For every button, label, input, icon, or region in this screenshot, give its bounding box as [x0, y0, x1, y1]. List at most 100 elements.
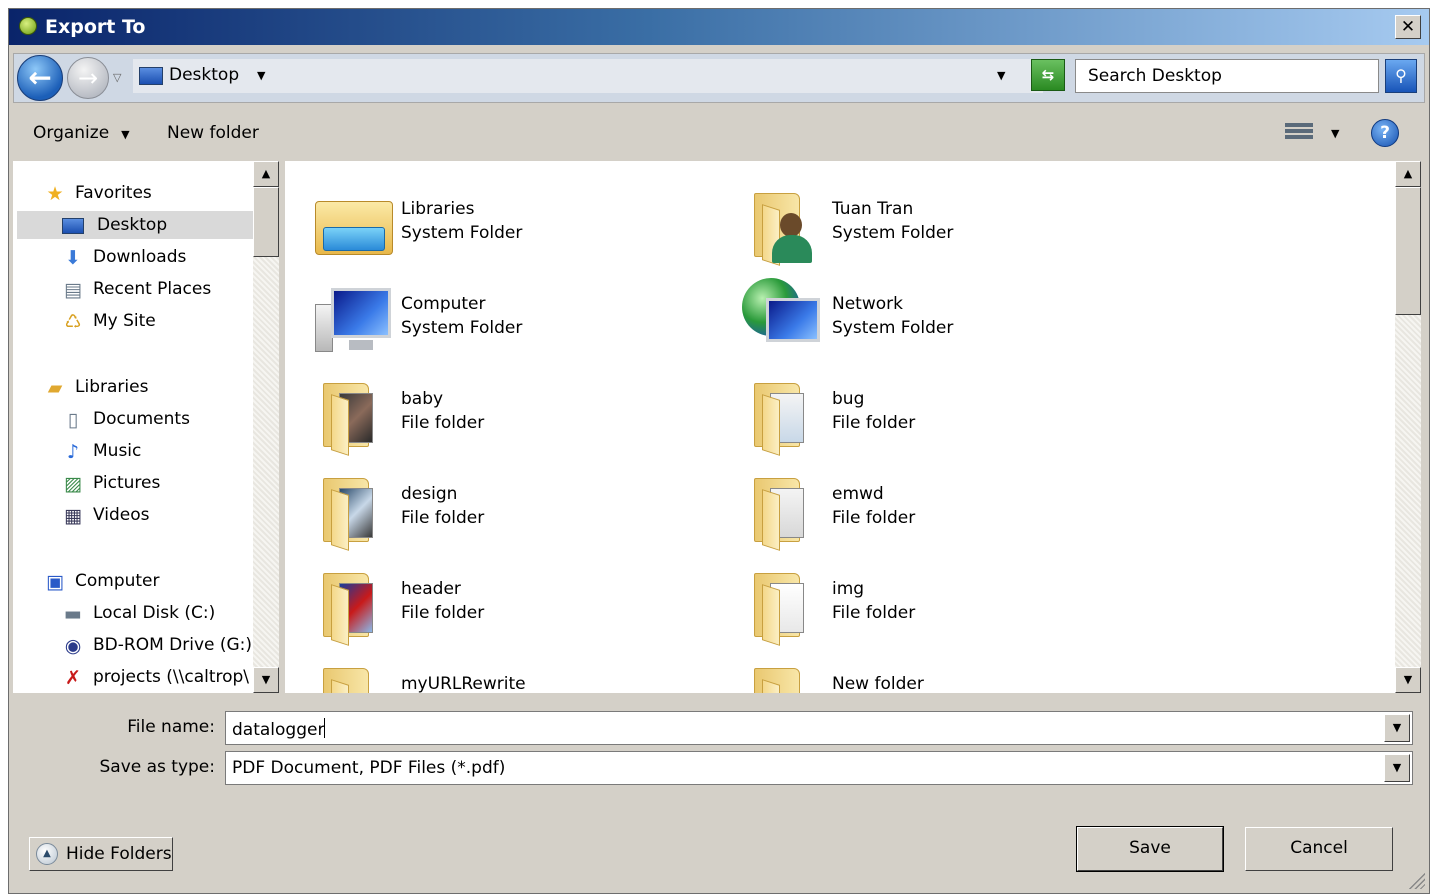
cancel-button[interactable]: Cancel: [1245, 827, 1393, 871]
nav-label: Desktop: [97, 215, 168, 235]
address-location[interactable]: Desktop: [169, 65, 239, 85]
nav-label: My Site: [93, 311, 156, 331]
nav-item-videos[interactable]: ▦ Videos: [61, 501, 279, 529]
nav-item-recent-places[interactable]: ▤ Recent Places: [61, 275, 279, 303]
item-type: System Folder: [401, 318, 523, 338]
list-item[interactable]: emwd File folder: [716, 454, 1136, 551]
nav-label: Computer: [75, 571, 160, 591]
nav-label: Documents: [93, 409, 190, 429]
star-icon: ★: [46, 183, 64, 205]
organize-label: Organize: [33, 123, 110, 143]
nav-item-local-disk[interactable]: ▬ Local Disk (C:): [61, 599, 279, 627]
item-type: File folder: [832, 603, 916, 623]
item-type: File folder: [832, 413, 916, 433]
network-drive-disconnected-icon: ✗: [65, 667, 81, 689]
libraries-icon: [315, 183, 393, 257]
nav-scrollbar[interactable]: ▲ ▼: [253, 161, 279, 693]
refresh-button[interactable]: ⇆: [1031, 59, 1065, 91]
folder-icon: [315, 373, 389, 456]
desktop-icon: [139, 67, 163, 85]
music-icon: ♪: [66, 441, 80, 463]
nav-item-downloads[interactable]: ⬇ Downloads: [61, 243, 279, 271]
folder-icon: [315, 468, 389, 551]
folder-icon: [315, 658, 389, 693]
network-icon: [742, 278, 820, 352]
item-name: design: [401, 484, 458, 504]
file-list-scrollbar[interactable]: ▲ ▼: [1395, 161, 1421, 693]
nav-label: Favorites: [75, 183, 152, 203]
save-type-select[interactable]: PDF Document, PDF Files (*.pdf) ▼: [225, 751, 1413, 785]
list-item[interactable]: design File folder: [285, 454, 705, 551]
address-row: ← → ▽ Desktop ▼ ▼ ⇆ Search Desktop ⚲: [9, 45, 1429, 109]
resize-grip-icon[interactable]: [1407, 871, 1425, 889]
new-folder-button[interactable]: New folder: [167, 123, 259, 143]
item-name: Network: [832, 294, 903, 314]
file-name-dropdown-icon[interactable]: ▼: [1384, 714, 1410, 742]
scroll-up-button[interactable]: ▲: [253, 161, 279, 187]
folder-icon: [746, 563, 820, 646]
nav-label: Downloads: [93, 247, 187, 267]
scroll-down-button[interactable]: ▼: [253, 667, 279, 693]
title-bar[interactable]: Export To ✕: [9, 9, 1429, 45]
save-type-label: Save as type:: [99, 757, 215, 777]
file-list: Libraries System Folder Tuan Tran System…: [285, 161, 1395, 693]
forward-button[interactable]: →: [67, 57, 109, 99]
item-name: Computer: [401, 294, 486, 314]
back-button[interactable]: ←: [17, 55, 63, 101]
nav-item-pictures[interactable]: ▨ Pictures: [61, 469, 279, 497]
list-item[interactable]: New folder: [716, 644, 1136, 693]
item-type: File folder: [401, 508, 485, 528]
nav-item-bd-rom[interactable]: ◉ BD-ROM Drive (G:): [61, 631, 279, 659]
nav-favorites[interactable]: ★ Favorites: [43, 179, 279, 207]
list-item[interactable]: img File folder: [716, 549, 1136, 646]
nav-computer[interactable]: ▣ Computer: [43, 567, 279, 595]
hide-folders-button[interactable]: ▲ Hide Folders: [29, 837, 173, 871]
list-item[interactable]: Computer System Folder: [285, 264, 705, 352]
scroll-up-button[interactable]: ▲: [1395, 161, 1421, 187]
nav-item-documents[interactable]: ▯ Documents: [61, 405, 279, 433]
file-name-input[interactable]: datalogger ▼: [225, 711, 1413, 745]
my-site-icon: ♺: [64, 311, 82, 333]
item-type: System Folder: [832, 223, 954, 243]
save-type-dropdown-icon[interactable]: ▼: [1384, 754, 1410, 782]
scroll-down-button[interactable]: ▼: [1395, 667, 1421, 693]
scroll-thumb[interactable]: [1395, 187, 1421, 315]
list-item[interactable]: bug File folder: [716, 359, 1136, 456]
list-item[interactable]: Libraries System Folder: [285, 169, 705, 257]
nav-libraries[interactable]: ▰ Libraries: [43, 373, 279, 401]
save-button[interactable]: Save: [1076, 826, 1224, 872]
nav-item-my-site[interactable]: ♺ My Site: [61, 307, 279, 335]
list-item[interactable]: baby File folder: [285, 359, 705, 456]
desktop-icon: [61, 215, 85, 237]
close-button[interactable]: ✕: [1395, 15, 1421, 39]
folder-icon: [746, 468, 820, 551]
search-icon[interactable]: ⚲: [1385, 59, 1417, 93]
views-dropdown-icon[interactable]: ▼: [1331, 127, 1339, 140]
nav-label: Music: [93, 441, 142, 461]
organize-button[interactable]: Organize ▼: [33, 123, 130, 143]
list-item[interactable]: header File folder: [285, 549, 705, 646]
list-item[interactable]: myURLRewrite: [285, 644, 705, 693]
nav-item-music[interactable]: ♪ Music: [61, 437, 279, 465]
history-dropdown-icon[interactable]: ▽: [113, 71, 121, 84]
views-icon[interactable]: [1285, 121, 1313, 147]
folder-icon: [315, 563, 389, 646]
nav-item-projects[interactable]: ✗ projects (\\caltrop\: [61, 663, 279, 691]
nav-label: Videos: [93, 505, 150, 525]
item-name: img: [832, 579, 865, 599]
address-field[interactable]: Desktop ▼ ▼: [133, 59, 1043, 93]
file-name-value[interactable]: datalogger: [232, 718, 326, 740]
search-placeholder: Search Desktop: [1088, 66, 1222, 86]
disk-icon: ▬: [64, 603, 82, 625]
list-item[interactable]: Network System Folder: [716, 264, 1136, 352]
scroll-thumb[interactable]: [253, 187, 279, 257]
address-dropdown-icon[interactable]: ▼: [997, 69, 1005, 82]
search-input[interactable]: Search Desktop: [1075, 59, 1379, 93]
nav-item-desktop[interactable]: Desktop: [17, 211, 253, 239]
chevron-down-icon[interactable]: ▼: [257, 69, 265, 82]
nav-label: Pictures: [93, 473, 161, 493]
optical-drive-icon: ◉: [64, 635, 82, 657]
help-icon[interactable]: ?: [1371, 119, 1399, 147]
list-item[interactable]: Tuan Tran System Folder: [716, 169, 1136, 266]
item-name: Libraries: [401, 199, 475, 219]
